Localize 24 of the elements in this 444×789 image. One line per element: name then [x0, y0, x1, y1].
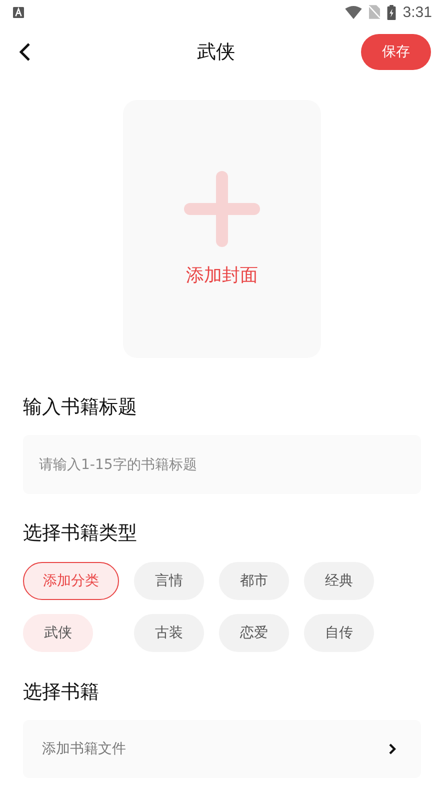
category-chip[interactable]: 自传 — [304, 614, 374, 652]
chevron-right-icon — [388, 743, 396, 755]
wifi-icon — [344, 6, 362, 18]
add-file-row[interactable]: 添加书籍文件 — [23, 720, 421, 778]
no-sim-icon — [368, 5, 380, 19]
add-cover-button[interactable]: 添加封面 — [123, 100, 321, 358]
category-chip[interactable]: 武侠 — [23, 614, 93, 652]
section-heading: 选择书籍类型 — [23, 521, 138, 545]
category-chip[interactable]: 恋爱 — [219, 614, 289, 652]
section-heading: 选择书籍 — [23, 680, 100, 704]
plus-icon — [184, 171, 260, 247]
clock: 3:31 — [402, 4, 432, 20]
notification-icon — [13, 6, 24, 18]
category-chip[interactable]: 古装 — [134, 614, 204, 652]
back-icon[interactable] — [19, 42, 31, 62]
category-chip[interactable]: 言情 — [134, 562, 204, 600]
title-input-field[interactable]: 请输入1-15字的书籍标题 — [23, 435, 421, 494]
battery-icon — [386, 4, 396, 20]
save-button[interactable]: 保存 — [361, 34, 431, 70]
category-chip[interactable]: 都市 — [219, 562, 289, 600]
category-chip[interactable]: 经典 — [304, 562, 374, 600]
section-heading: 输入书籍标题 — [23, 395, 138, 419]
add-category-button[interactable]: 添加分类 — [23, 562, 119, 600]
page-title: 武侠 — [197, 40, 235, 65]
